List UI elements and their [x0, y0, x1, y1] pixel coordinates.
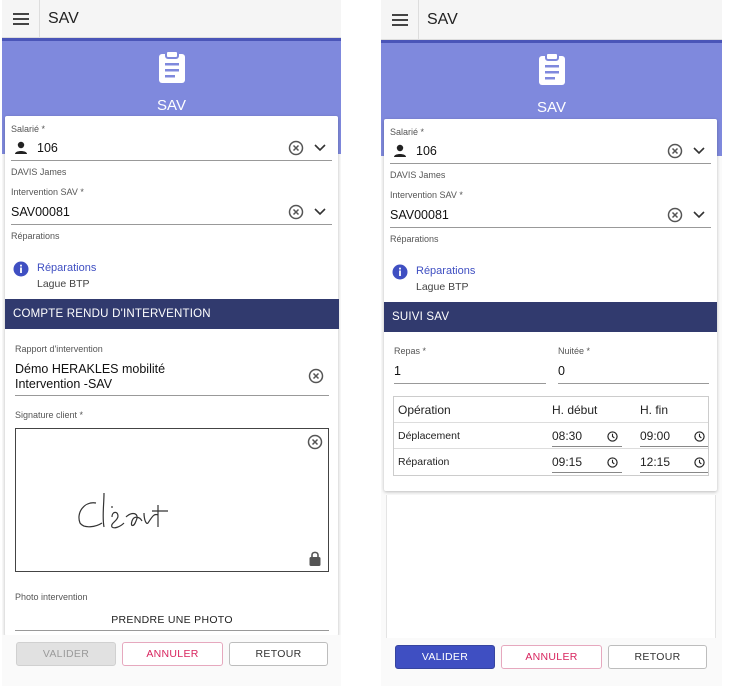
validate-button[interactable]: VALIDER — [395, 645, 495, 669]
rapport-line-1[interactable]: Démo HERAKLES mobilité — [15, 362, 165, 376]
clipboard-icon — [157, 50, 187, 89]
clear-icon[interactable] — [666, 142, 684, 160]
salarie-field[interactable]: 106 — [416, 144, 437, 158]
intervention-type: Réparations — [390, 234, 439, 244]
signature-pad[interactable] — [15, 428, 329, 572]
start-time-value: 09:15 — [552, 455, 583, 469]
clear-icon[interactable] — [307, 367, 325, 385]
app-title: SAV — [48, 9, 79, 27]
phone-screen-tracking: SAV SAV Salarié * 106 DAVIS James Interv… — [381, 0, 722, 686]
menu-button[interactable] — [2, 0, 40, 38]
info-icon — [13, 261, 29, 277]
person-icon — [13, 140, 29, 156]
nuitee-field[interactable]: 0 — [558, 364, 565, 378]
end-time-value: 09:00 — [640, 429, 671, 443]
photo-label: Photo intervention — [15, 592, 88, 602]
hamburger-menu-icon — [12, 12, 29, 25]
repas-field[interactable]: 1 — [394, 364, 401, 378]
salarie-field[interactable]: 106 — [37, 141, 58, 155]
intervention-underline — [11, 224, 332, 225]
intervention-label: Intervention SAV * — [11, 187, 84, 197]
chevron-down-icon[interactable] — [690, 142, 708, 160]
repas-underline — [394, 383, 546, 384]
operation-cell: Réparation — [398, 456, 450, 468]
salarie-name: DAVIS James — [11, 167, 67, 177]
clear-icon[interactable] — [306, 433, 324, 451]
chevron-down-icon[interactable] — [311, 139, 329, 157]
salarie-label: Salarié * — [11, 124, 46, 134]
cancel-button[interactable]: ANNULER — [122, 642, 223, 666]
banner-title: SAV — [537, 99, 566, 116]
clock-icon[interactable] — [694, 431, 705, 442]
info-title: Réparations — [37, 262, 97, 274]
operations-table: Opération H. début H. fin Déplacement 08… — [393, 396, 709, 476]
action-bar: VALIDER ANNULER RETOUR — [2, 635, 341, 686]
start-time-field[interactable]: 08:30 — [552, 426, 622, 447]
rapport-underline — [15, 395, 329, 396]
rapport-line-2[interactable]: Intervention -SAV — [15, 377, 112, 391]
operation-cell: Déplacement — [398, 430, 460, 442]
table-header: H. fin — [640, 403, 669, 417]
take-photo-button[interactable]: PRENDRE UNE PHOTO — [15, 609, 329, 631]
table-row: Déplacement 08:30 09:00 — [394, 423, 708, 449]
report-card: Rapport d'intervention Démo HERAKLES mob… — [5, 329, 338, 635]
clock-icon[interactable] — [607, 457, 618, 468]
repas-label: Repas * — [394, 346, 427, 356]
rapport-label: Rapport d'intervention — [15, 344, 103, 354]
clock-icon[interactable] — [607, 431, 618, 442]
clear-icon[interactable] — [287, 203, 305, 221]
banner-title: SAV — [157, 97, 186, 114]
action-bar: VALIDER ANNULER RETOUR — [381, 638, 722, 686]
app-bar: SAV — [381, 0, 722, 40]
cancel-button[interactable]: ANNULER — [501, 645, 602, 669]
signature-label: Signature client * — [15, 410, 84, 420]
intervention-field[interactable]: SAV00081 — [390, 208, 449, 222]
form-card: Salarié * 106 DAVIS James Intervention S… — [384, 119, 717, 491]
intervention-type: Réparations — [11, 231, 60, 241]
end-time-value: 12:15 — [640, 455, 671, 469]
nuitee-underline — [558, 383, 709, 384]
validate-button[interactable]: VALIDER — [16, 642, 116, 666]
section-header-report: COMPTE RENDU D'INTERVENTION — [5, 299, 339, 329]
intervention-field[interactable]: SAV00081 — [11, 205, 70, 219]
salarie-name: DAVIS James — [390, 170, 446, 180]
nuitee-label: Nuitée * — [558, 346, 591, 356]
section-header-tracking: SUIVI SAV — [384, 302, 717, 332]
start-time-field[interactable]: 09:15 — [552, 452, 622, 473]
clipboard-icon — [537, 52, 567, 91]
start-time-value: 08:30 — [552, 429, 583, 443]
info-subtitle: Lague BTP — [416, 281, 469, 293]
chevron-down-icon[interactable] — [311, 203, 329, 221]
table-header: H. début — [552, 403, 598, 417]
back-button[interactable]: RETOUR — [229, 642, 328, 666]
hamburger-menu-icon — [391, 13, 408, 26]
info-title: Réparations — [416, 265, 476, 277]
signature-drawing-icon — [78, 492, 168, 529]
table-header-row: Opération H. début H. fin — [394, 397, 708, 423]
intervention-underline — [390, 227, 711, 228]
info-subtitle: Lague BTP — [37, 278, 90, 290]
back-button[interactable]: RETOUR — [608, 645, 707, 669]
salarie-label: Salarié * — [390, 127, 425, 137]
clear-icon[interactable] — [666, 206, 684, 224]
empty-content-area — [386, 495, 716, 638]
app-bar: SAV — [2, 0, 341, 38]
intervention-label: Intervention SAV * — [390, 190, 463, 200]
phone-screen-report: SAV SAV Salarié * 106 DAVIS James Interv… — [2, 0, 341, 686]
app-title: SAV — [427, 10, 458, 28]
menu-button[interactable] — [381, 0, 419, 40]
end-time-field[interactable]: 09:00 — [640, 426, 708, 447]
table-row: Réparation 09:15 12:15 — [394, 449, 708, 475]
end-time-field[interactable]: 12:15 — [640, 452, 708, 473]
person-icon — [392, 143, 408, 159]
salarie-underline — [390, 163, 711, 164]
salarie-underline — [11, 160, 332, 161]
chevron-down-icon[interactable] — [690, 206, 708, 224]
info-icon — [392, 264, 408, 280]
lock-icon — [307, 549, 323, 567]
clear-icon[interactable] — [287, 139, 305, 157]
table-header: Opération — [398, 403, 451, 417]
clock-icon[interactable] — [694, 457, 705, 468]
